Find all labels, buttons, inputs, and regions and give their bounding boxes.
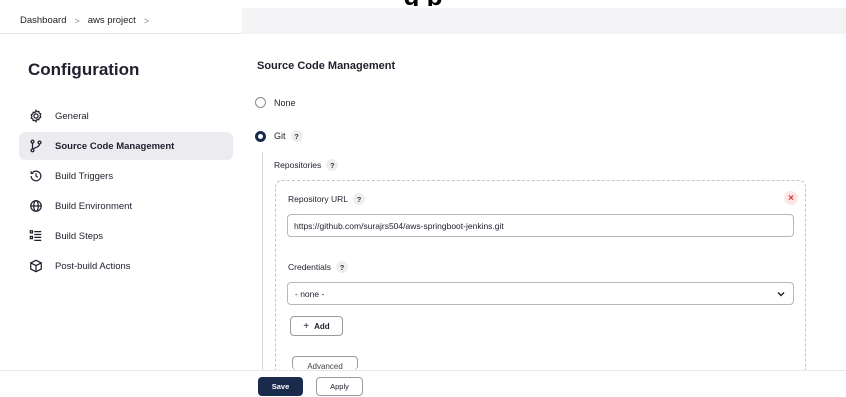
sidebar-item-build-steps[interactable]: Build Steps bbox=[19, 222, 233, 250]
breadcrumb-dashboard[interactable]: Dashboard bbox=[20, 15, 66, 26]
help-icon[interactable]: ? bbox=[290, 130, 303, 142]
sidebar-item-source-code-management[interactable]: Source Code Management bbox=[19, 132, 233, 160]
sidebar-nav: General Source Code Management Build Tri… bbox=[19, 102, 233, 282]
radio-none-row[interactable]: None bbox=[255, 97, 296, 108]
repository-url-text: Repository URL bbox=[288, 194, 348, 204]
package-icon bbox=[29, 259, 43, 273]
repository-url-label: Repository URL ? bbox=[288, 193, 365, 205]
repositories-label: Repositories ? bbox=[274, 159, 339, 171]
sidebar-item-post-build-actions[interactable]: Post-build Actions bbox=[19, 252, 233, 280]
list-icon bbox=[29, 229, 43, 243]
save-button[interactable]: Save bbox=[258, 377, 303, 396]
breadcrumb-separator: > bbox=[74, 15, 80, 26]
credentials-text: Credentials bbox=[288, 262, 331, 272]
git-branch-icon bbox=[29, 139, 43, 153]
sidebar-item-general[interactable]: General bbox=[19, 102, 233, 130]
breadcrumb-separator: > bbox=[143, 15, 150, 26]
credentials-label: Credentials ? bbox=[288, 261, 348, 273]
radio-none-label: None bbox=[274, 97, 296, 108]
radio-git-label: Git bbox=[274, 131, 286, 141]
sidebar-item-label: Build Triggers bbox=[55, 170, 114, 182]
globe-icon bbox=[29, 199, 43, 213]
credentials-select[interactable]: - none - bbox=[287, 282, 794, 305]
help-icon[interactable]: ? bbox=[353, 193, 365, 205]
repository-card bbox=[275, 180, 806, 380]
add-button-label: Add bbox=[314, 321, 330, 331]
nested-section-line bbox=[262, 152, 263, 372]
help-icon[interactable]: ? bbox=[326, 159, 339, 171]
advanced-button[interactable]: Advanced bbox=[292, 356, 358, 370]
help-icon[interactable]: ? bbox=[336, 261, 348, 273]
radio-none[interactable] bbox=[255, 97, 266, 108]
radio-git[interactable] bbox=[255, 130, 266, 142]
sidebar-item-label: Source Code Management bbox=[55, 140, 175, 152]
apply-button[interactable]: Apply bbox=[316, 377, 363, 396]
sidebar-item-label: Build Steps bbox=[55, 230, 104, 242]
cropped-heading: g p bbox=[0, 0, 846, 6]
sidebar-item-label: Build Environment bbox=[55, 200, 133, 212]
sidebar-item-build-triggers[interactable]: Build Triggers bbox=[19, 162, 233, 190]
clock-icon bbox=[29, 169, 43, 183]
sidebar-item-label: General bbox=[55, 110, 89, 122]
remove-repository-button[interactable]: × bbox=[784, 191, 798, 205]
repository-url-input[interactable] bbox=[287, 214, 794, 237]
page-title: Configuration bbox=[28, 60, 140, 79]
footer-bar bbox=[0, 370, 846, 397]
radio-git-row[interactable]: Git ? bbox=[255, 130, 303, 142]
credentials-selected-value: - none - bbox=[295, 288, 325, 299]
add-credentials-button[interactable]: + Add bbox=[290, 316, 343, 336]
chevron-down-icon bbox=[777, 291, 785, 296]
breadcrumb-aws-project[interactable]: aws project bbox=[88, 15, 136, 26]
header-shade bbox=[242, 8, 846, 34]
sidebar-item-build-environment[interactable]: Build Environment bbox=[19, 192, 233, 220]
repositories-text: Repositories bbox=[274, 160, 322, 170]
gear-icon bbox=[29, 109, 43, 123]
section-title-scm: Source Code Management bbox=[257, 60, 396, 72]
plus-icon: + bbox=[303, 320, 310, 332]
sidebar-item-label: Post-build Actions bbox=[55, 260, 131, 272]
